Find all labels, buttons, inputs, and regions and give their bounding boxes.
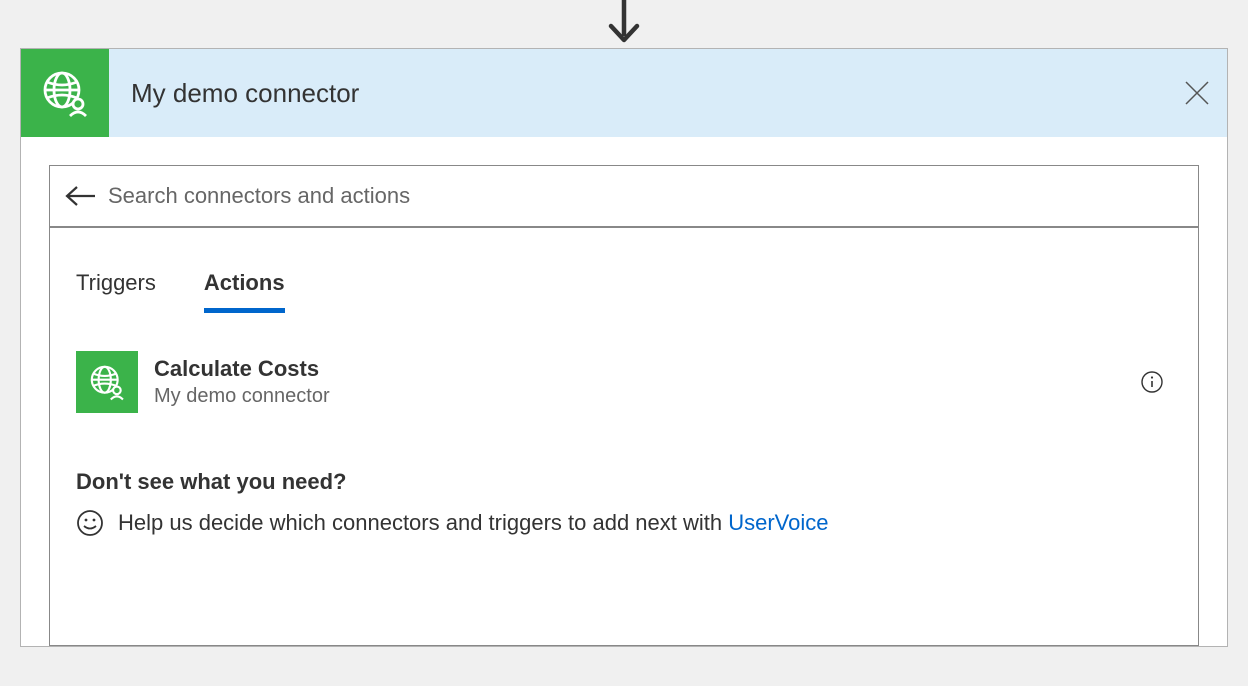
card-body: Triggers Actions Calculate <box>21 137 1227 646</box>
action-title: Calculate Costs <box>154 355 1132 384</box>
card-header: My demo connector <box>21 49 1227 137</box>
tab-actions[interactable]: Actions <box>204 270 285 313</box>
tab-triggers[interactable]: Triggers <box>76 270 156 313</box>
action-text: Calculate Costs My demo connector <box>138 355 1132 410</box>
footer-help-prefix: Help us decide which connectors and trig… <box>118 510 728 535</box>
smiley-icon <box>76 509 104 537</box>
footer-heading: Don't see what you need? <box>76 469 1172 495</box>
footer-help-row: Help us decide which connectors and trig… <box>76 509 1172 537</box>
header-title: My demo connector <box>109 78 1167 109</box>
action-subtitle: My demo connector <box>154 383 1132 409</box>
info-button[interactable] <box>1132 371 1172 393</box>
search-bar <box>49 165 1199 227</box>
action-item-calculate-costs[interactable]: Calculate Costs My demo connector <box>76 351 1172 413</box>
content-panel: Triggers Actions Calculate <box>49 226 1199 646</box>
back-button[interactable] <box>60 184 100 208</box>
connector-icon <box>21 49 109 137</box>
footer-help-text: Help us decide which connectors and trig… <box>118 510 829 536</box>
tabs: Triggers Actions <box>76 270 1172 313</box>
search-input[interactable] <box>100 183 1188 209</box>
close-button[interactable] <box>1167 49 1227 137</box>
uservoice-link[interactable]: UserVoice <box>728 510 828 535</box>
flow-arrow-down <box>0 0 1248 48</box>
arrow-left-icon <box>63 184 97 208</box>
globe-user-icon <box>88 363 126 401</box>
info-icon <box>1141 371 1163 393</box>
footer-section: Don't see what you need? Help us decide … <box>76 469 1172 537</box>
connector-card: My demo connector Triggers Actions <box>20 48 1228 647</box>
action-icon <box>76 351 138 413</box>
globe-user-icon <box>40 68 90 118</box>
close-icon <box>1183 79 1211 107</box>
